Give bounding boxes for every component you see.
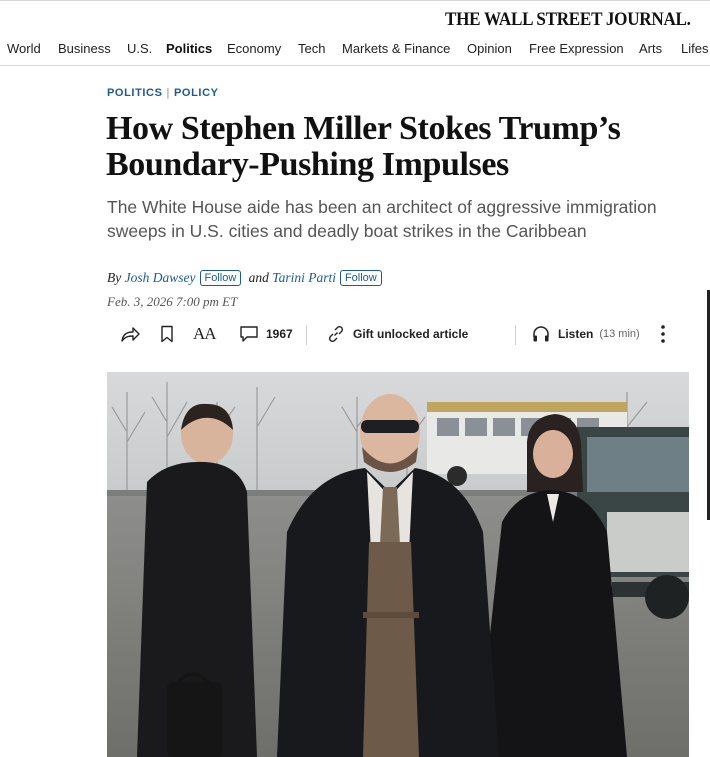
listen-label: Listen [558,327,594,341]
nav-item-free-expression[interactable]: Free Expression [529,41,624,56]
byline: By Josh Dawsey Follow and Tarini Parti Fol… [107,270,386,286]
comment-icon [240,326,258,342]
toolbar-divider [515,325,516,345]
link-icon [328,325,344,343]
lead-photo-illustration [107,372,689,757]
follow-button-author1[interactable]: Follow [199,270,242,286]
top-divider [0,0,710,1]
nav-item-economy[interactable]: Economy [227,41,281,56]
text-size-button[interactable]: AA [193,322,217,346]
bookmark-icon [161,325,173,343]
headphones-icon [533,326,549,342]
more-options-button[interactable] [659,322,667,346]
nav-item-world[interactable]: World [7,41,41,56]
toolbar-divider [306,325,307,345]
nav-item-us[interactable]: U.S. [127,41,152,56]
nav-item-lifestyle[interactable]: Lifes [681,41,708,56]
masthead: THE WALL STREET JOURNAL. [0,0,710,34]
nav-item-tech[interactable]: Tech [298,41,325,56]
share-icon [121,327,140,342]
listen-button[interactable]: Listen (13 min) [531,322,640,346]
share-button[interactable] [119,322,141,346]
byline-and: and [248,270,269,285]
follow-button-author2[interactable]: Follow [339,270,382,286]
publish-date: Feb. 3, 2026 7:00 pm ET [107,294,238,309]
nav-item-politics[interactable]: Politics [166,41,212,56]
nav-item-markets-finance[interactable]: Markets & Finance [342,41,450,56]
article-headline: How Stephen Miller Stokes Trump’s Bounda… [106,110,621,183]
author-link-tarini-parti[interactable]: Tarini Parti [272,270,336,285]
nav-item-arts[interactable]: Arts [639,41,662,56]
text-size-icon: AA [193,324,217,343]
article-kicker: POLITICS | POLICY [107,87,219,99]
listen-duration: (13 min) [599,328,640,340]
nav-item-opinion[interactable]: Opinion [467,41,512,56]
kicker-section-link[interactable]: POLITICS [107,87,163,99]
more-vertical-icon [661,325,665,343]
byline-by: By [107,270,122,285]
section-nav: World Business U.S. Politics Economy Tec… [0,34,710,66]
author-link-josh-dawsey[interactable]: Josh Dawsey [125,270,196,285]
article-dek: The White House aide has been an archite… [107,197,657,241]
comments-count: 1967 [266,327,293,341]
kicker-separator: | [166,87,170,99]
save-bookmark-button[interactable] [160,322,174,346]
kicker-subsection-link[interactable]: POLICY [174,87,219,99]
gift-article-label: Gift unlocked article [353,327,469,341]
wsj-logo[interactable]: THE WALL STREET JOURNAL. [445,9,691,31]
article-lead-image [107,372,689,757]
nav-item-business[interactable]: Business [58,41,111,56]
comments-button[interactable]: 1967 [239,322,293,346]
article-toolbar: AA 1967 Gift unlocked article Listen (13… [107,318,687,350]
gift-article-button[interactable]: Gift unlocked article [326,322,468,346]
